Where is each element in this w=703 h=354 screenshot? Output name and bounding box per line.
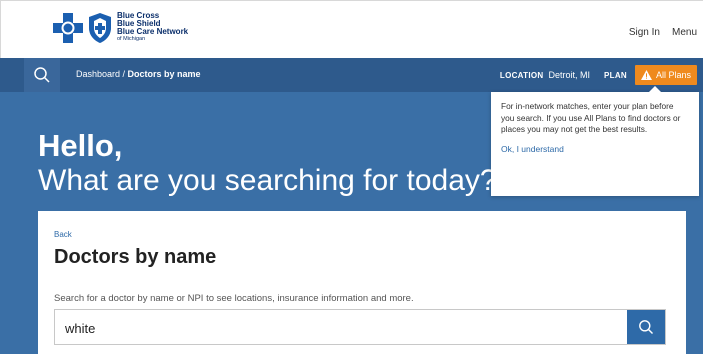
- search-box: [54, 309, 666, 345]
- search-input[interactable]: [65, 318, 615, 338]
- plan-select-button[interactable]: All Plans: [634, 65, 697, 85]
- search-card: Back Doctors by name Search for a doctor…: [38, 211, 686, 354]
- breadcrumb-separator: /: [120, 69, 128, 79]
- tooltip-message: For in-network matches, enter your plan …: [501, 101, 681, 134]
- blue-shield-icon: [89, 12, 111, 43]
- location-value[interactable]: Detroit, MI: [548, 70, 590, 80]
- breadcrumb: Dashboard / Doctors by name: [76, 69, 201, 79]
- search-help-text: Search for a doctor by name or NPI to se…: [54, 293, 414, 304]
- tooltip-arrow: [649, 86, 661, 92]
- nav-filters: LOCATION Detroit, MI PLAN All Plans: [500, 58, 697, 92]
- sign-in-link[interactable]: Sign In: [629, 27, 660, 38]
- breadcrumb-current: Doctors by name: [127, 69, 201, 79]
- bcbs-logo[interactable]: Blue Cross Blue Shield Blue Care Network…: [53, 12, 188, 43]
- warning-icon: [640, 70, 652, 80]
- site-header: Blue Cross Blue Shield Blue Care Network…: [0, 0, 703, 58]
- top-links: Sign In Menu: [629, 27, 697, 38]
- tooltip-ok-link[interactable]: Ok, I understand: [501, 144, 689, 154]
- plan-value: All Plans: [655, 70, 691, 80]
- search-icon: [34, 67, 50, 83]
- search-prompt-heading: What are you searching for today?: [38, 164, 497, 197]
- search-submit-button[interactable]: [627, 310, 665, 344]
- nav-search-button[interactable]: [24, 58, 60, 92]
- logo-line-4: of Michigan: [117, 36, 146, 42]
- greeting-heading: Hello,: [38, 128, 123, 163]
- logo-wordmark: Blue Cross Blue Shield Blue Care Network…: [117, 12, 188, 43]
- location-label: LOCATION: [499, 70, 544, 80]
- nav-bar: Dashboard / Doctors by name LOCATION Det…: [0, 58, 703, 92]
- back-link[interactable]: Back: [54, 230, 72, 239]
- card-title: Doctors by name: [54, 246, 217, 268]
- breadcrumb-dashboard[interactable]: Dashboard: [76, 69, 120, 79]
- menu-link[interactable]: Menu: [672, 27, 697, 38]
- blue-cross-icon: [53, 12, 83, 43]
- plan-tooltip: For in-network matches, enter your plan …: [491, 86, 699, 196]
- plan-label: PLAN: [604, 70, 627, 80]
- logo-line-3: Blue Care Network: [117, 27, 189, 36]
- search-icon: [639, 320, 653, 334]
